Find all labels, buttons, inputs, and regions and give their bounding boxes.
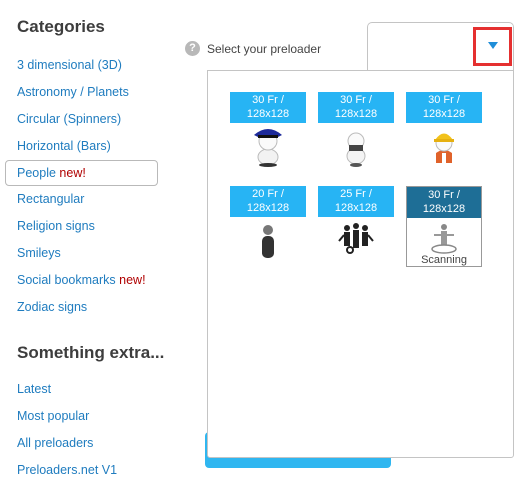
category-circular[interactable]: Circular (Spinners) <box>5 106 165 133</box>
extra-all-preloaders[interactable]: All preloaders <box>5 430 165 457</box>
preloader-tile[interactable]: 25 Fr /128x128 <box>318 186 394 265</box>
extra-list: Latest Most popular All preloaders Prelo… <box>5 376 165 484</box>
select-preloader-label: Select your preloader <box>207 42 322 56</box>
preloader-tile[interactable]: 30 Fr /128x128 <box>230 92 306 171</box>
tile-header: 30 Fr /128x128 <box>406 92 482 123</box>
extra-preloaders-v1[interactable]: Preloaders.net V1 <box>5 457 165 484</box>
category-3d[interactable]: 3 dimensional (3D) <box>5 52 165 79</box>
preloader-dropdown-panel: 30 Fr /128x128 30 Fr /128x128 30 Fr /128… <box>207 70 514 458</box>
scanning-person-icon <box>431 224 457 254</box>
tile-header: 30 Fr /128x128 <box>318 92 394 123</box>
preloader-tile[interactable]: 20 Fr /128x128 <box>230 186 306 265</box>
extra-latest[interactable]: Latest <box>5 376 165 403</box>
preloader-tile[interactable]: 30 Fr /128x128 <box>318 92 394 171</box>
chevron-down-icon <box>488 42 498 49</box>
category-people[interactable]: People new! <box>5 160 158 186</box>
category-social-bookmarks[interactable]: Social bookmarks new! <box>5 267 165 294</box>
new-badge: new! <box>59 166 86 180</box>
police-person-icon <box>254 129 282 167</box>
tile-header: 20 Fr /128x128 <box>230 186 306 217</box>
category-astronomy[interactable]: Astronomy / Planets <box>5 79 165 106</box>
tile-header: 30 Fr /128x128 <box>230 92 306 123</box>
chef-person-icon <box>346 132 366 167</box>
tile-header: 30 Fr /128x128 <box>407 187 481 218</box>
category-smileys[interactable]: Smileys <box>5 240 165 267</box>
preloader-tile[interactable]: 30 Fr /128x128 <box>406 92 482 171</box>
extra-most-popular[interactable]: Most popular <box>5 403 165 430</box>
category-list: 3 dimensional (3D) Astronomy / Planets C… <box>5 52 165 321</box>
group-people-icon <box>338 223 374 254</box>
new-badge: new! <box>119 273 146 287</box>
extra-heading: Something extra... <box>17 343 165 362</box>
category-horizontal[interactable]: Horizontal (Bars) <box>5 133 165 160</box>
category-zodiac[interactable]: Zodiac signs <box>5 294 165 321</box>
dropdown-toggle-button[interactable] <box>473 27 512 66</box>
standing-person-icon <box>262 225 274 258</box>
tile-header: 25 Fr /128x128 <box>318 186 394 217</box>
help-icon[interactable]: ? <box>185 41 200 56</box>
category-rectangular[interactable]: Rectangular <box>5 186 165 213</box>
preloader-tile-selected[interactable]: 30 Fr /128x128 Scanning <box>406 186 482 267</box>
categories-heading: Categories <box>17 17 105 36</box>
category-religion[interactable]: Religion signs <box>5 213 165 240</box>
worker-hardhat-icon <box>434 133 454 163</box>
